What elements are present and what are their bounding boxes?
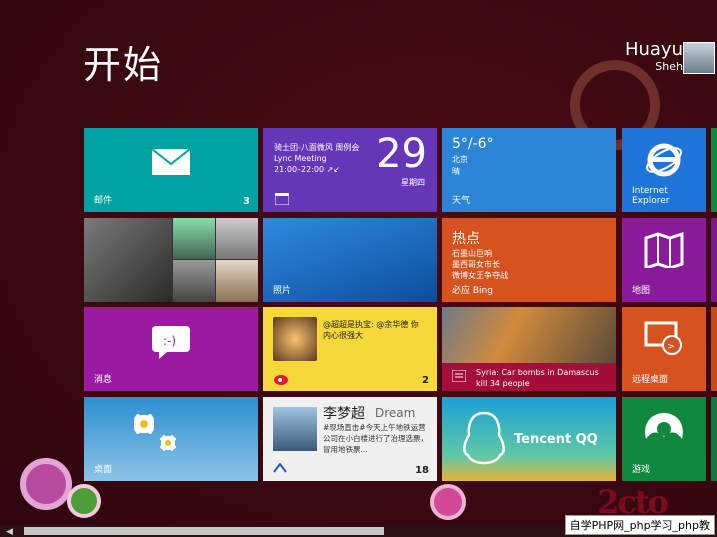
tile-label: Internet Explorer xyxy=(632,186,670,206)
bing-item: 墨西哥女市长 xyxy=(452,260,500,269)
user-account[interactable]: Huayu Sheh xyxy=(625,40,683,74)
tile-games[interactable]: 游戏 xyxy=(622,397,706,481)
tile-tencent-qq[interactable]: Tencent QQ xyxy=(442,397,616,481)
svg-text::-): :-) xyxy=(163,334,176,348)
tile-partial[interactable] xyxy=(711,307,717,391)
qq-penguin-icon xyxy=(463,411,505,465)
calendar-time: 21:00–22:00 ↗↙ xyxy=(274,165,341,174)
user-last-name: Sheh xyxy=(655,60,683,73)
bing-title: 热点 xyxy=(452,231,480,247)
calendar-day: 29 xyxy=(376,131,427,177)
tile-remote-desktop[interactable]: > 远程桌面 xyxy=(622,307,706,391)
tile-count: 2 xyxy=(422,375,429,386)
xbox-icon xyxy=(645,413,683,439)
tile-maps[interactable]: 地图 xyxy=(622,218,706,302)
weather-temp: 5°/-6° xyxy=(452,136,494,152)
renren-avatar xyxy=(273,407,317,451)
tile-photos[interactable]: 照片 xyxy=(263,218,437,302)
remote-desktop-icon: > xyxy=(644,321,682,355)
weibo-avatar xyxy=(273,317,317,361)
decor-circle xyxy=(67,484,101,518)
tile-partial-green[interactable] xyxy=(711,128,717,212)
tile-label: 邮件 xyxy=(94,196,113,206)
page-title: 开始 xyxy=(83,43,164,87)
tile-calendar[interactable]: 骑士团-八面微风 周例会 Lync Meeting 21:00–22:00 ↗↙… xyxy=(263,128,437,212)
news-photo xyxy=(442,307,616,363)
message-icon: :-) xyxy=(152,326,190,359)
tile-partial[interactable] xyxy=(711,218,717,302)
calendar-event: 骑士团-八面微风 周例会 xyxy=(274,143,360,152)
tile-renren[interactable]: 李梦超 Dream #现场直击#今天上午地铁运营公司在小白楼进行了治理选票，冒用… xyxy=(263,397,437,481)
people-photo xyxy=(216,218,258,259)
decor-circle xyxy=(20,458,72,510)
tile-label: 消息 xyxy=(94,375,113,385)
bing-item: 微博女王争夺战 xyxy=(452,271,508,280)
tile-label: 照片 xyxy=(273,286,292,296)
tile-mail[interactable]: 邮件 3 xyxy=(84,128,258,212)
tile-label: 远程桌面 xyxy=(632,375,669,385)
tile-label: 地图 xyxy=(632,286,651,296)
calendar-icon xyxy=(275,193,289,205)
weibo-icon xyxy=(274,375,288,385)
weibo-text: @超超是执宝: @余华德 你内心很强大 xyxy=(323,320,419,340)
calendar-weekday: 星期四 xyxy=(401,178,425,187)
daisy-icon xyxy=(134,414,176,451)
weather-city: 北京 xyxy=(452,155,468,164)
tile-news[interactable]: Syria: Car bombs in Damascus kill 34 peo… xyxy=(442,307,616,391)
svg-text:>: > xyxy=(667,342,675,352)
tile-label: 必应 Bing xyxy=(452,286,493,296)
tile-weather[interactable]: 5°/-6° 北京 晴 天气 xyxy=(442,128,616,212)
renren-icon xyxy=(273,463,287,473)
tile-messaging[interactable]: :-) 消息 xyxy=(84,307,258,391)
tile-internet-explorer[interactable]: Internet Explorer xyxy=(622,128,706,212)
scrollbar-thumb[interactable] xyxy=(24,527,384,535)
renren-name: 李梦超 xyxy=(323,406,365,422)
tile-partial[interactable] xyxy=(711,397,717,481)
scroll-left-icon[interactable]: ◀ xyxy=(6,527,13,537)
tile-bing[interactable]: 热点 石墨山巨响 墨西哥女市长 微博女王争夺战 必应 Bing xyxy=(442,218,616,302)
bing-item: 石墨山巨响 xyxy=(452,249,492,258)
tile-desktop[interactable]: 桌面 xyxy=(84,397,258,481)
tile-weibo[interactable]: @超超是执宝: @余华德 你内心很强大 2 xyxy=(263,307,437,391)
decor-circle xyxy=(430,484,466,520)
tile-count: 18 xyxy=(415,465,429,476)
tile-count: 3 xyxy=(243,196,250,207)
tile-people[interactable] xyxy=(84,218,258,302)
calendar-event-2: Lync Meeting xyxy=(274,154,327,163)
people-photo xyxy=(173,218,215,259)
renren-sub: Dream xyxy=(375,406,416,420)
watermark: 自学PHP网_php学习_php教 xyxy=(564,515,715,535)
people-photo xyxy=(216,260,258,302)
ie-icon xyxy=(646,143,682,177)
renren-text: #现场直击#今天上午地铁运营公司在小白楼进行了治理选票，冒用地铁票... xyxy=(323,423,428,454)
map-icon xyxy=(644,232,684,268)
news-headline: Syria: Car bombs in Damascus kill 34 peo… xyxy=(476,368,599,388)
avatar[interactable] xyxy=(683,42,715,74)
user-first-name: Huayu xyxy=(624,39,683,60)
people-photo xyxy=(173,260,215,302)
tile-label: 天气 xyxy=(452,196,471,206)
weather-cond: 晴 xyxy=(452,167,460,176)
mail-icon xyxy=(151,148,191,175)
tile-label: 游戏 xyxy=(632,465,651,475)
tile-label: 桌面 xyxy=(94,465,113,475)
qq-label: Tencent QQ xyxy=(514,432,598,447)
news-icon xyxy=(452,370,466,382)
people-photo-main xyxy=(84,218,172,302)
